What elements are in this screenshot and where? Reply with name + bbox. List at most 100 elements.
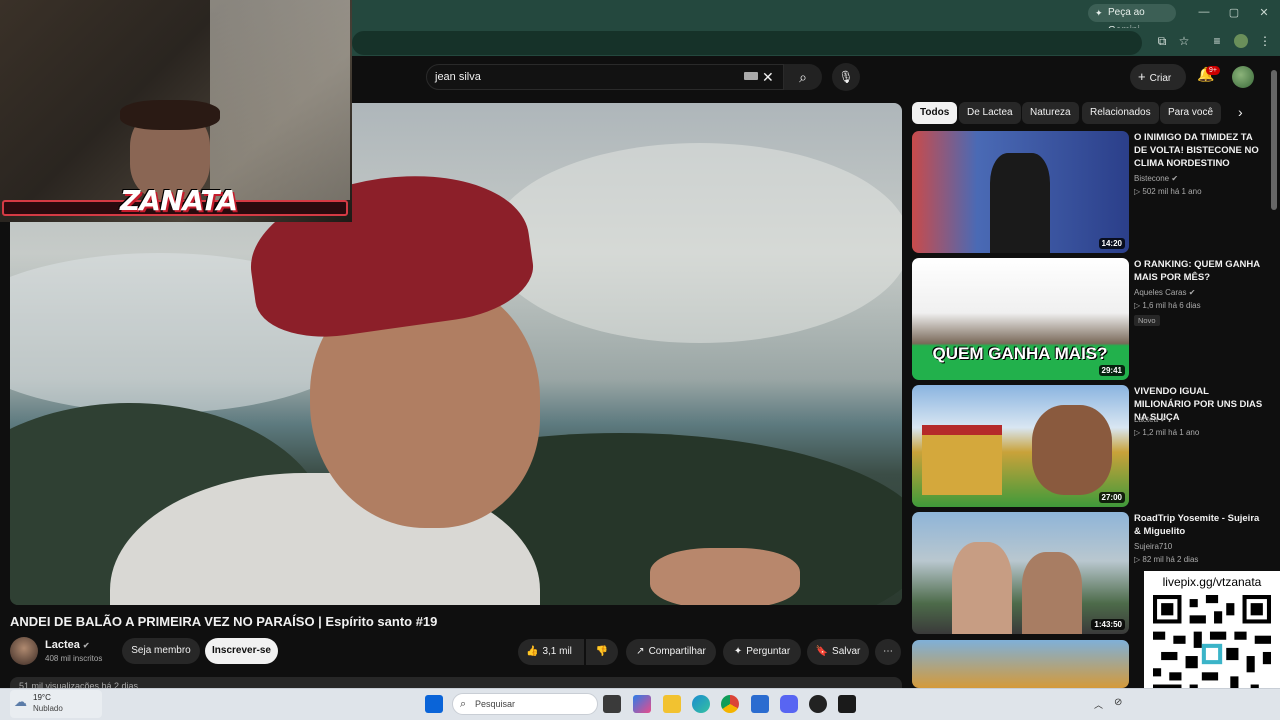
video-thumbnail[interactable] [912, 640, 1129, 688]
chip-para-voce[interactable]: Para você [1160, 102, 1222, 124]
cloud-icon: ☁ [14, 694, 27, 709]
clear-search-icon[interactable]: ✕ [762, 64, 774, 90]
card-title: RoadTrip Yosemite - Sujeira & Miguelito [1134, 513, 1260, 537]
more-actions-button[interactable]: ⋯ [875, 639, 901, 665]
search-icon: ⌕ [460, 698, 467, 710]
duration-badge: 1:43:50 [1091, 619, 1125, 630]
ask-button[interactable]: ✦ Perguntar [723, 639, 801, 665]
browser-menu-icon[interactable]: ⋮ [1257, 34, 1273, 48]
widgets-icon[interactable] [633, 695, 651, 713]
maximize-button[interactable]: ▢ [1227, 6, 1241, 19]
verified-icon: ✔ [82, 641, 90, 650]
channel-name[interactable]: Lactea ✔ [45, 639, 90, 651]
card-channel: Aqueles Caras ✔ [1134, 288, 1196, 297]
task-view-icon[interactable] [603, 695, 621, 713]
share-button[interactable]: ↗ Compartilhar [626, 639, 716, 665]
microphone-icon: 🎙 [838, 70, 854, 84]
search-input[interactable]: jean silva [426, 64, 784, 90]
hand-shape [650, 548, 800, 605]
streamer-logo: ZANATA [120, 184, 238, 217]
chip-natureza[interactable]: Natureza [1022, 102, 1079, 124]
video-thumbnail[interactable]: QUEM GANHA MAIS? 29:41 [912, 258, 1129, 380]
save-button[interactable]: 🔖 Salvar [807, 639, 869, 665]
card-title: O RANKING: QUEM GANHA MAIS POR MÊS? [1134, 259, 1260, 283]
card-meta: ▷ 1,2 mil há 1 ano [1134, 428, 1200, 437]
verified-icon: ✔ [1188, 288, 1196, 297]
taskbar-search-input[interactable]: ⌕ Pesquisar [452, 693, 598, 715]
sparkle-icon: ✦ [1095, 8, 1103, 18]
tray-chevron-icon[interactable]: ︿ [1094, 698, 1103, 711]
video-thumbnail[interactable]: 1:43:50 [912, 512, 1129, 634]
recommendation-card[interactable]: 27:00 VIVENDO IGUAL MILIONÁRIO POR UNS D… [912, 385, 1272, 507]
chip-de-lactea[interactable]: De Lactea [959, 102, 1021, 124]
edge-browser-icon[interactable] [692, 695, 710, 713]
thumbnail-text: QUEM GANHA MAIS? [932, 344, 1108, 363]
person-shape [1032, 405, 1112, 495]
thumbs-down-icon: 👎 [595, 646, 609, 657]
verified-icon: ✔ [1171, 174, 1179, 183]
network-icon[interactable]: ⊘ [1114, 697, 1122, 708]
weather-temperature: 19°C [33, 693, 51, 702]
video-thumbnail[interactable]: 14:20 [912, 131, 1129, 253]
video-title: ANDEI DE BALÃO A PRIMEIRA VEZ NO PARAÍSO… [10, 614, 438, 629]
join-button[interactable]: Seja membro [122, 638, 200, 664]
account-avatar[interactable] [1232, 66, 1254, 88]
bookmark-star-icon[interactable]: ☆ [1176, 34, 1192, 48]
plus-icon: + [1138, 69, 1146, 84]
page-scrollbar[interactable] [1271, 70, 1277, 210]
card-channel: Sujeira710 [1134, 542, 1173, 551]
obs-icon[interactable] [809, 695, 827, 713]
person-shape [990, 153, 1050, 253]
bookmark-icon: 🔖 [815, 646, 829, 657]
chrome-browser-icon[interactable] [721, 695, 739, 713]
discord-icon[interactable] [780, 695, 798, 713]
file-explorer-icon[interactable] [663, 695, 681, 713]
chip-todos[interactable]: Todos [912, 102, 958, 124]
weather-description: Nublado [33, 704, 63, 713]
video-thumbnail[interactable]: 27:00 [912, 385, 1129, 507]
close-window-button[interactable]: ✕ [1257, 6, 1271, 19]
new-badge: Novo [1134, 315, 1160, 326]
sparkle-icon: ✦ [733, 646, 743, 657]
chip-relacionados[interactable]: Relacionados [1082, 102, 1159, 124]
streamer-hair-shape [120, 100, 220, 130]
dislike-button[interactable]: 👎 [586, 639, 618, 665]
search-button[interactable]: ⌕ [784, 64, 822, 90]
like-button[interactable]: 👍 3,1 mil [518, 639, 584, 665]
duration-badge: 29:41 [1098, 365, 1125, 376]
chevron-right-icon[interactable]: › [1238, 104, 1243, 120]
duration-badge: 14:20 [1098, 238, 1125, 249]
store-icon[interactable] [751, 695, 769, 713]
install-app-icon[interactable]: ⧉ [1154, 34, 1170, 49]
card-meta: ▷ 1,6 mil há 6 dias [1134, 301, 1201, 310]
thumbs-up-icon: 👍 [526, 646, 539, 657]
create-button[interactable]: + Criar [1130, 64, 1186, 90]
livepix-url: livepix.gg/vtzanata [1162, 575, 1262, 589]
share-icon: ↗ [636, 646, 645, 657]
notification-count-badge: 9+ [1206, 66, 1220, 75]
subscriber-count: 408 mil inscritos [45, 654, 103, 663]
voice-search-button[interactable]: 🎙 [832, 63, 860, 91]
channel-avatar[interactable] [10, 637, 38, 665]
recommendation-card[interactable]: QUEM GANHA MAIS? 29:41 O RANKING: QUEM G… [912, 258, 1272, 380]
windows-start-icon[interactable] [425, 695, 443, 713]
card-meta: ▷ 82 mil há 2 dias [1134, 555, 1199, 564]
address-bar[interactable] [352, 31, 1142, 55]
card-meta: ▷ 502 mil há 1 ano [1134, 187, 1202, 196]
subscribe-button[interactable]: Inscrever-se [205, 638, 278, 664]
verified-icon: ✔ [1160, 415, 1167, 424]
person-shape [1022, 552, 1082, 634]
media-controls-icon[interactable]: ≡ [1209, 34, 1225, 48]
epic-games-icon[interactable] [838, 695, 856, 713]
gemini-button[interactable]: ✦Peça ao Gemini [1088, 4, 1176, 36]
more-dots-icon: ⋯ [883, 646, 893, 657]
search-icon: ⌕ [799, 69, 807, 85]
card-channel: Bistecone ✔ [1134, 174, 1179, 183]
person-shape [952, 542, 1012, 634]
minimize-button[interactable]: — [1197, 6, 1211, 18]
keyboard-icon[interactable] [744, 72, 758, 80]
house-shape [922, 425, 1002, 495]
recommendation-card[interactable]: 14:20 O INIMIGO DA TIMIDEZ TA DE VOLTA! … [912, 131, 1272, 253]
wardrobe-shape [210, 0, 350, 200]
cloud-shape [490, 143, 902, 343]
